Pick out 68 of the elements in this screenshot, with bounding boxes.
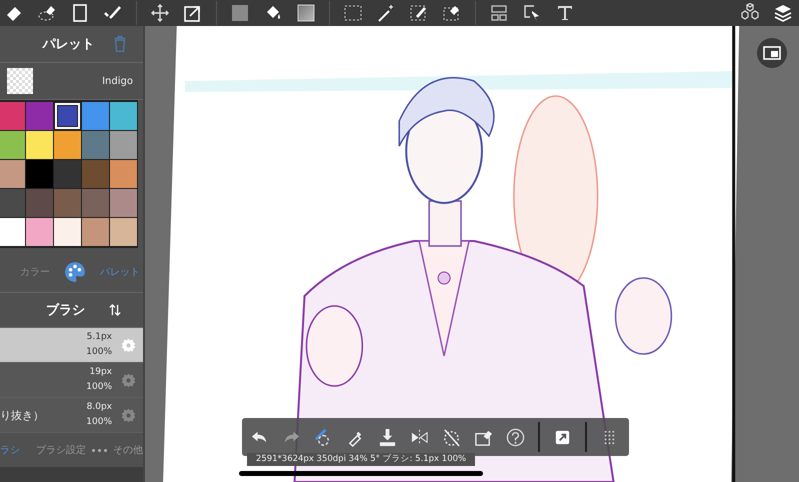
color-swatch[interactable]	[0, 131, 25, 159]
color-swatch[interactable]	[54, 131, 81, 159]
fill-color-icon[interactable]	[230, 3, 250, 23]
text-tool-icon[interactable]	[555, 3, 575, 23]
move-icon[interactable]	[150, 3, 170, 23]
more-icon	[92, 448, 107, 452]
help-icon[interactable]	[506, 428, 525, 446]
color-swatch[interactable]	[26, 218, 53, 246]
brush-size: 5.1px	[86, 332, 112, 343]
color-tab[interactable]: カラー	[20, 265, 50, 279]
select-pen-icon[interactable]	[409, 3, 429, 23]
panel-tab[interactable]: その他	[113, 443, 143, 457]
color-swatch[interactable]	[54, 160, 81, 188]
color-swatch[interactable]	[0, 218, 25, 246]
palette-icon	[64, 261, 86, 283]
gradient-icon[interactable]	[296, 3, 316, 23]
color-swatch[interactable]	[26, 160, 53, 188]
color-name: Indigo	[102, 76, 133, 86]
square-icon[interactable]	[70, 3, 90, 23]
rectangle-select-icon[interactable]	[343, 3, 363, 23]
color-swatch[interactable]	[82, 160, 109, 188]
color-swatch[interactable]	[110, 102, 137, 130]
layers-icon[interactable]	[773, 3, 793, 23]
brush-opacity: 100%	[86, 347, 112, 358]
brush-item[interactable]: 5.1px 100%	[0, 328, 143, 363]
color-swatch[interactable]	[0, 189, 25, 217]
color-swatch[interactable]	[110, 189, 137, 217]
brush-size: 19px	[90, 367, 112, 378]
transparent-swatch[interactable]	[7, 68, 33, 94]
color-swatch[interactable]	[82, 189, 109, 217]
magic-wand-icon[interactable]	[376, 3, 396, 23]
brush-opacity: 100%	[86, 417, 112, 428]
color-swatch[interactable]	[54, 189, 81, 217]
brush-item[interactable]: り抜き） 8.0px 100%	[0, 398, 143, 433]
palette-tab[interactable]: パレット	[100, 265, 140, 279]
color-swatch[interactable]	[82, 102, 109, 130]
select-eraser-icon[interactable]	[442, 3, 462, 23]
color-swatch[interactable]	[54, 102, 81, 130]
brush-opacity: 100%	[86, 382, 112, 393]
color-swatch[interactable]	[82, 131, 109, 159]
color-swatch[interactable]	[110, 218, 137, 246]
brush-item[interactable]: 19px 100%	[0, 363, 143, 398]
panel-layout-icon[interactable]	[489, 3, 509, 23]
color-swatch[interactable]	[82, 218, 109, 246]
panel-tab[interactable]: ラシ	[0, 443, 20, 457]
color-swatch[interactable]	[0, 160, 25, 188]
brush-title: ブラシ	[46, 302, 85, 319]
window-icon[interactable]	[757, 38, 787, 68]
color-swatch[interactable]	[26, 131, 53, 159]
sort-icon[interactable]	[109, 303, 121, 317]
color-swatch[interactable]	[0, 102, 25, 130]
color-swatch[interactable]	[26, 189, 53, 217]
panel-tab[interactable]: ブラシ設定	[36, 443, 86, 457]
status-bar: 2591*3624px 350dpi 34% 5° ブラシ: 5.1px 100%	[247, 453, 475, 466]
color-swatch[interactable]	[110, 131, 137, 159]
settings-icon[interactable]	[120, 372, 137, 388]
settings-icon[interactable]	[120, 406, 137, 424]
rotation-off-icon[interactable]	[442, 428, 461, 446]
color-swatch[interactable]	[54, 218, 81, 246]
panel-title: パレット	[42, 36, 94, 53]
color-swatch[interactable]	[110, 160, 137, 188]
trash-icon[interactable]	[113, 34, 127, 53]
transform-icon[interactable]	[183, 3, 203, 23]
brush-name: り抜き）	[0, 408, 44, 422]
download-icon[interactable]	[378, 428, 397, 446]
lasso-eraser-icon[interactable]	[37, 3, 57, 23]
brush-size: 8.0px	[86, 402, 112, 413]
color-swatch[interactable]	[26, 102, 53, 130]
